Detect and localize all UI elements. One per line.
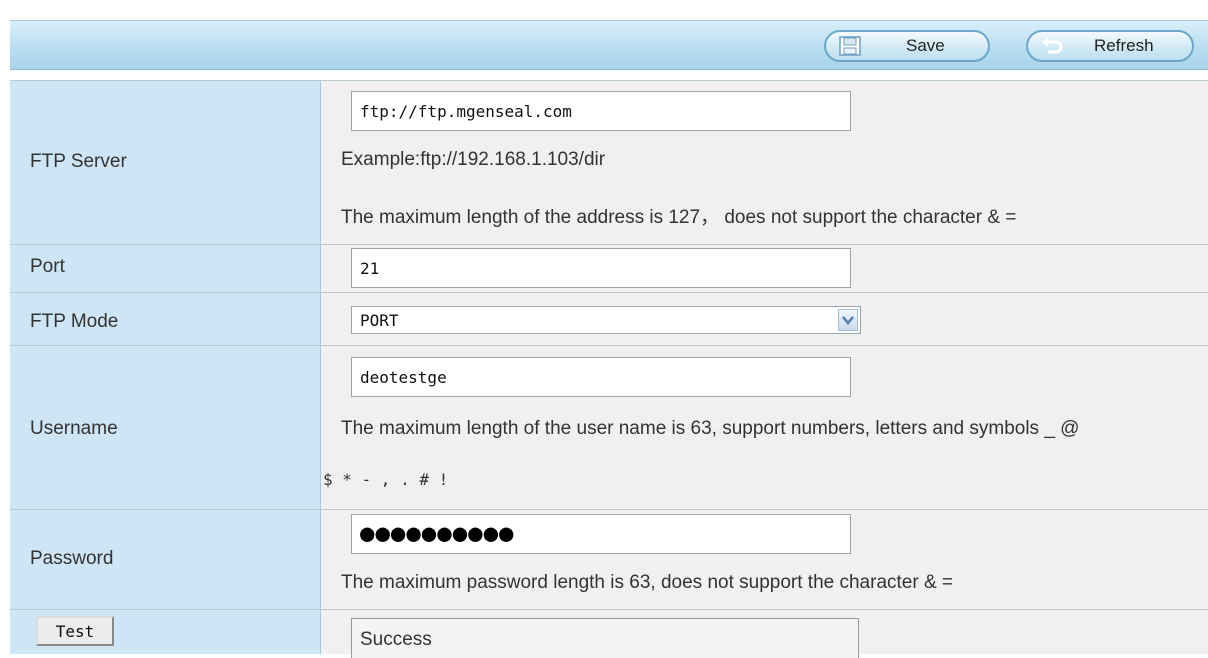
test-result-box: Success	[351, 618, 859, 658]
port-value-cell	[321, 245, 1208, 292]
username-hint-symbols: $ * - , . # !	[323, 470, 449, 489]
username-row: Username The maximum length of the user …	[10, 345, 1208, 509]
password-masked-value: ●●●●●●●●●●	[360, 519, 515, 547]
ftp-mode-label-cell: FTP Mode	[10, 293, 321, 345]
chevron-down-icon[interactable]	[838, 309, 858, 331]
toolbar: Save Refresh	[10, 20, 1208, 70]
ftp-mode-select[interactable]: PORT	[351, 306, 861, 334]
ftp-server-row: FTP Server Example:ftp://192.168.1.103/d…	[10, 80, 1208, 244]
ftp-mode-row: FTP Mode PORT	[10, 292, 1208, 345]
port-label: Port	[30, 256, 65, 277]
password-input[interactable]: ●●●●●●●●●●	[351, 514, 851, 554]
ftp-server-label: FTP Server	[30, 151, 127, 172]
floppy-disk-icon	[839, 36, 861, 56]
refresh-button-label: Refresh	[1094, 36, 1154, 55]
test-label-cell: Test	[10, 610, 321, 654]
test-row: Test Success	[10, 609, 1208, 658]
port-row: Port	[10, 244, 1208, 292]
refresh-arrow-icon	[1042, 37, 1063, 54]
port-label-cell: Port	[10, 245, 321, 292]
username-label: Username	[30, 418, 118, 439]
password-hint: The maximum password length is 63, does …	[341, 572, 954, 593]
ftp-mode-value-cell: PORT	[321, 293, 1208, 345]
password-label-cell: Password	[10, 510, 321, 609]
ftp-server-label-cell: FTP Server	[10, 81, 321, 244]
refresh-button[interactable]: Refresh	[1026, 30, 1194, 62]
password-label: Password	[30, 548, 114, 569]
ftp-server-example: Example:ftp://192.168.1.103/dir	[341, 149, 606, 170]
port-input[interactable]	[351, 248, 851, 288]
username-label-cell: Username	[10, 346, 321, 509]
password-row: Password ●●●●●●●●●● The maximum password…	[10, 509, 1208, 609]
test-button[interactable]: Test	[36, 616, 114, 646]
username-hint: The maximum length of the user name is 6…	[341, 418, 1080, 439]
ftp-server-hint: The maximum length of the address is 127…	[341, 207, 1017, 228]
ftp-mode-label: FTP Mode	[30, 311, 119, 332]
ftp-server-input[interactable]	[351, 91, 851, 131]
username-value-cell: The maximum length of the user name is 6…	[321, 346, 1208, 509]
save-button-label: Save	[906, 36, 945, 55]
ftp-server-value-cell: Example:ftp://192.168.1.103/dir The maxi…	[321, 81, 1208, 244]
password-value-cell: ●●●●●●●●●● The maximum password length i…	[321, 510, 1208, 609]
save-button[interactable]: Save	[824, 30, 990, 62]
ftp-mode-selected-value: PORT	[360, 311, 399, 330]
test-result-text: Success	[360, 629, 432, 650]
username-input[interactable]	[351, 357, 851, 397]
test-value-cell: Success	[321, 610, 1208, 658]
